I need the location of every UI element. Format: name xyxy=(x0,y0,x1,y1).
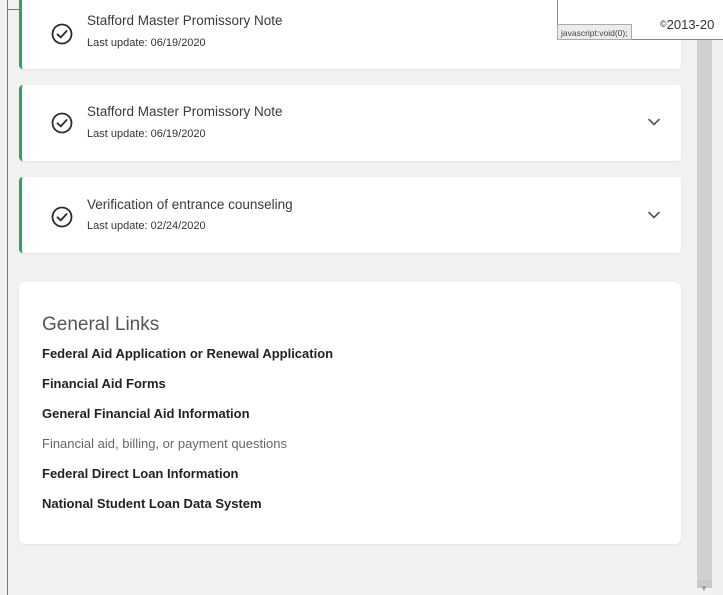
check-circle-icon xyxy=(51,112,73,134)
link-financial-aid-forms[interactable]: Financial Aid Forms xyxy=(42,376,166,391)
chevron-down-icon[interactable] xyxy=(647,210,661,220)
link-federal-aid-application[interactable]: Federal Aid Application or Renewal Appli… xyxy=(42,346,333,361)
document-title: Verification of entrance counseling xyxy=(87,197,293,212)
link-billing-questions[interactable]: Financial aid, billing, or payment quest… xyxy=(42,436,287,451)
document-title: Stafford Master Promissory Note xyxy=(87,13,283,28)
link-general-financial-aid-info[interactable]: General Financial Aid Information xyxy=(42,406,250,421)
window-frame-left xyxy=(7,0,8,595)
document-last-update: Last update: 06/19/2020 xyxy=(87,128,206,140)
document-last-update: Last update: 02/24/2020 xyxy=(87,220,206,232)
document-card[interactable]: Stafford Master Promissory Note Last upd… xyxy=(19,85,681,161)
copyright-symbol: © xyxy=(660,19,667,29)
document-last-update: Last update: 06/19/2020 xyxy=(87,37,206,49)
chevron-down-icon[interactable] xyxy=(647,117,661,127)
check-circle-icon xyxy=(51,23,73,45)
copyright-text: ©2013-20 xyxy=(660,17,714,32)
general-links-card: General Links Federal Aid Application or… xyxy=(19,282,681,544)
document-card[interactable]: Verification of entrance counseling Last… xyxy=(19,177,681,253)
link-direct-loan-info[interactable]: Federal Direct Loan Information xyxy=(42,466,238,481)
link-nslds[interactable]: National Student Loan Data System xyxy=(42,496,262,511)
scroll-down-arrow-icon[interactable]: ▼ xyxy=(700,584,708,593)
check-circle-icon xyxy=(51,206,73,228)
scrollbar-thumb[interactable] xyxy=(697,40,712,580)
general-links-title: General Links xyxy=(42,314,160,335)
copyright-years: 2013-20 xyxy=(666,17,715,32)
document-title: Stafford Master Promissory Note xyxy=(87,104,283,119)
status-bar-url: javascript:void(0); xyxy=(557,24,632,40)
right-gutter xyxy=(712,40,723,595)
